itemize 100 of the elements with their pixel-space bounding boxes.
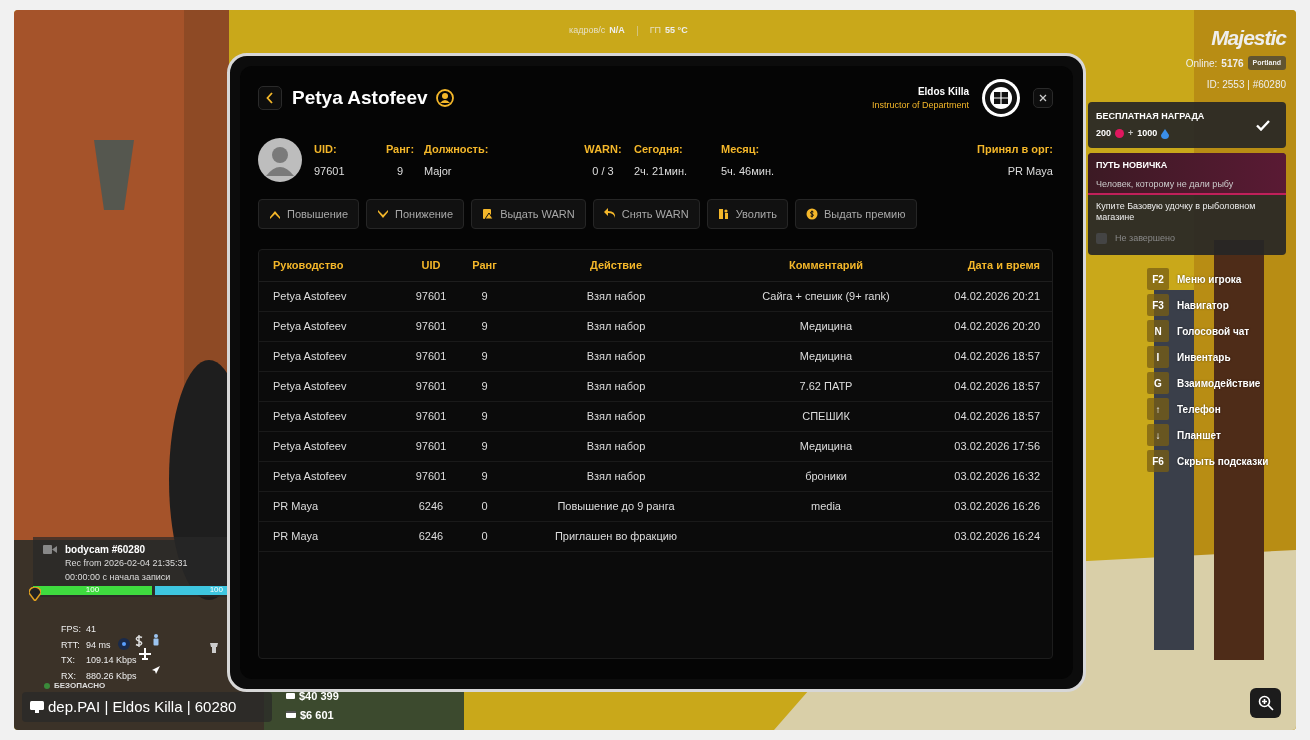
field-value: 97601 xyxy=(314,163,345,179)
arrow-icon xyxy=(152,666,160,674)
table-cell: 9 xyxy=(463,281,506,311)
table-cell: Petya Astofeev xyxy=(259,431,399,461)
table-cell: 9 xyxy=(463,431,506,461)
table-cell: 04.02.2026 20:20 xyxy=(926,311,1052,341)
field-label: Месяц: xyxy=(721,142,760,157)
table-cell: Взял набор xyxy=(506,401,726,431)
quest-task: Купите Базовую удочку в рыболовном магазине xyxy=(1096,201,1257,224)
stat-value: 880.26 Kbps xyxy=(86,669,137,683)
field-value: 0 / 3 xyxy=(592,163,614,179)
key-hint: F2 xyxy=(1147,268,1169,290)
column-header: UID xyxy=(399,250,463,281)
table-cell: 6246 xyxy=(399,521,463,551)
employee-name: Petya Astofeev xyxy=(292,85,428,110)
fps-value: N/A xyxy=(609,24,625,37)
hotkey-label: Навигатор xyxy=(1177,298,1229,313)
avatar-icon xyxy=(258,138,302,182)
table-cell: СПЕШИК xyxy=(726,401,926,431)
quest-status: Не завершено xyxy=(1115,231,1176,245)
field-value: PR Maya xyxy=(1007,163,1053,179)
zoom-button[interactable] xyxy=(1250,688,1281,718)
shield-icon xyxy=(118,638,130,650)
close-button[interactable] xyxy=(1033,88,1053,108)
bonus-button[interactable]: Выдать премию xyxy=(795,199,917,229)
back-button[interactable] xyxy=(258,86,282,110)
health-value: 100 xyxy=(84,584,101,596)
table-cell: media xyxy=(726,491,926,521)
demote-button[interactable]: Понижение xyxy=(366,199,465,229)
table-cell: Petya Astofeev xyxy=(259,341,399,371)
column-header: Дата и время xyxy=(926,250,1052,281)
recording-elapsed: 00:00:00 с начала записи xyxy=(65,570,172,584)
table-cell: 97601 xyxy=(399,431,463,461)
field-label: Ранг: xyxy=(385,142,415,157)
hotkey-label: Меню игрока xyxy=(1177,272,1242,287)
field-value: 9 xyxy=(396,163,404,179)
stat-label: FPS: xyxy=(61,623,82,636)
table-cell: Взял набор xyxy=(506,281,726,311)
viewer-name: Eldos Killa xyxy=(916,84,969,99)
table-cell: 97601 xyxy=(399,281,463,311)
figure-icon xyxy=(208,641,220,653)
column-header: Ранг xyxy=(463,250,506,281)
table-cell: 97601 xyxy=(399,311,463,341)
table-cell: Взял набор xyxy=(506,371,726,401)
table-cell: Приглашен во фракцию xyxy=(506,521,726,551)
table-cell: Petya Astofeev xyxy=(259,371,399,401)
table-cell: Взял набор xyxy=(506,311,726,341)
key-hint: ↑ xyxy=(1147,398,1169,420)
dollar-icon xyxy=(134,635,144,647)
column-header: Руководство xyxy=(259,250,399,281)
coin-icon xyxy=(1115,129,1125,139)
fps-label: кадров/с xyxy=(569,24,606,37)
table-cell: Медицина xyxy=(726,431,926,461)
close-icon xyxy=(1039,94,1047,102)
table-cell: PR Maya xyxy=(259,491,399,521)
status-dot-icon xyxy=(44,683,50,689)
zoom-in-icon xyxy=(1257,695,1274,711)
table-cell: 04.02.2026 20:21 xyxy=(926,281,1052,311)
table-cell: Взял набор xyxy=(506,341,726,371)
hotkey-label: Инвентарь xyxy=(1177,350,1231,365)
column-header: Комментарий xyxy=(726,250,926,281)
viewer-role: Instructor of Department xyxy=(871,98,969,112)
table-cell: Медицина xyxy=(726,311,926,341)
table-cell: Взял набор xyxy=(506,461,726,491)
monitor-icon xyxy=(30,700,44,714)
table-cell: Сайга + спешик (9+ rank) xyxy=(726,281,926,311)
hotkey-label: Скрыть подсказки xyxy=(1177,454,1269,469)
person-badge-icon xyxy=(435,89,454,107)
table-cell: 04.02.2026 18:57 xyxy=(926,401,1052,431)
checkbox[interactable] xyxy=(1096,232,1107,244)
table-cell: 9 xyxy=(463,311,506,341)
field-label: Должность: xyxy=(424,142,489,157)
armor-value: 100 xyxy=(209,584,223,596)
recording-start: Rec from 2026-02-04 21:35:31 xyxy=(65,557,188,570)
stat-label: RX: xyxy=(61,669,77,683)
drop-icon xyxy=(1161,128,1170,139)
table-cell: Повышение до 9 ранга xyxy=(506,491,726,521)
table-cell: 03.02.2026 16:24 xyxy=(926,521,1052,551)
airplane-icon xyxy=(139,648,151,660)
table-cell: Медицина xyxy=(726,341,926,371)
field-label: WARN: xyxy=(584,142,622,157)
online-count: 5176 xyxy=(1221,56,1244,71)
table-cell: Взял набор xyxy=(506,431,726,461)
table-cell: 9 xyxy=(463,461,506,491)
back-icon xyxy=(266,92,274,104)
fire-button[interactable]: Уволить xyxy=(706,199,788,229)
key-hint: ↓ xyxy=(1147,424,1169,446)
key-hint: I xyxy=(1147,346,1169,368)
dollar-coin-icon xyxy=(806,208,818,220)
stat-value: 94 ms xyxy=(86,638,111,652)
bodycam-title: bodycam #60280 xyxy=(65,543,147,557)
player-id: ID: 2553 | #60280 xyxy=(1206,77,1286,92)
warn-button[interactable]: Выдать WARN xyxy=(471,199,586,229)
camera-icon xyxy=(43,545,57,554)
stat-value: 109.14 Kbps xyxy=(86,654,137,667)
unwarn-button[interactable]: Снять WARN xyxy=(592,199,700,229)
promote-button[interactable]: Повышение xyxy=(258,199,360,229)
table-cell: 04.02.2026 18:57 xyxy=(926,341,1052,371)
hotkey-label: Голосовой чат xyxy=(1177,324,1250,339)
table-cell: 03.02.2026 17:56 xyxy=(926,431,1052,461)
